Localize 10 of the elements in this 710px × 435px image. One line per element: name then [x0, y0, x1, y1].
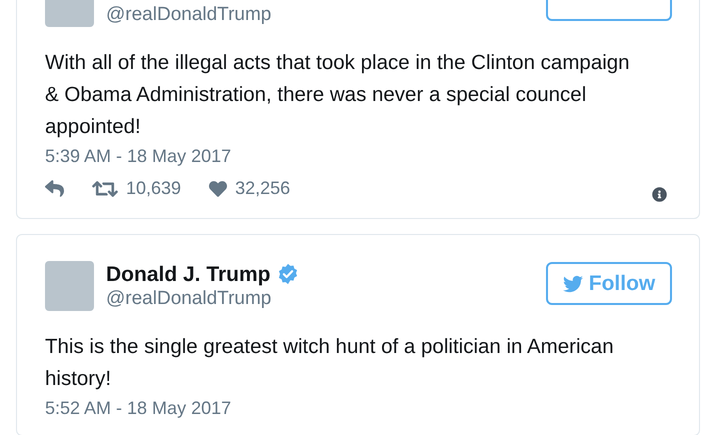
- tweet-timestamp[interactable]: 5:52 AM - 18 May 2017: [45, 397, 232, 419]
- retweet-count: 10,639: [126, 177, 182, 200]
- author-name: Donald J. Trump: [106, 264, 271, 284]
- author-handle: @realDonaldTrump: [106, 3, 272, 27]
- follow-button[interactable]: Follow: [546, 262, 672, 305]
- tweet-timestamp[interactable]: 5:39 AM - 18 May 2017: [45, 145, 232, 167]
- author-handle: @realDonaldTrump: [106, 287, 272, 311]
- tweet-text: This is the single greatest witch hunt of a politician in American history!: [45, 334, 615, 392]
- tweet-text: With all of the illegal acts that took place in the Clinton campaign & Obama Administration, there was never a special councel appointed!: [45, 50, 631, 140]
- like-count: 32,256: [235, 177, 290, 200]
